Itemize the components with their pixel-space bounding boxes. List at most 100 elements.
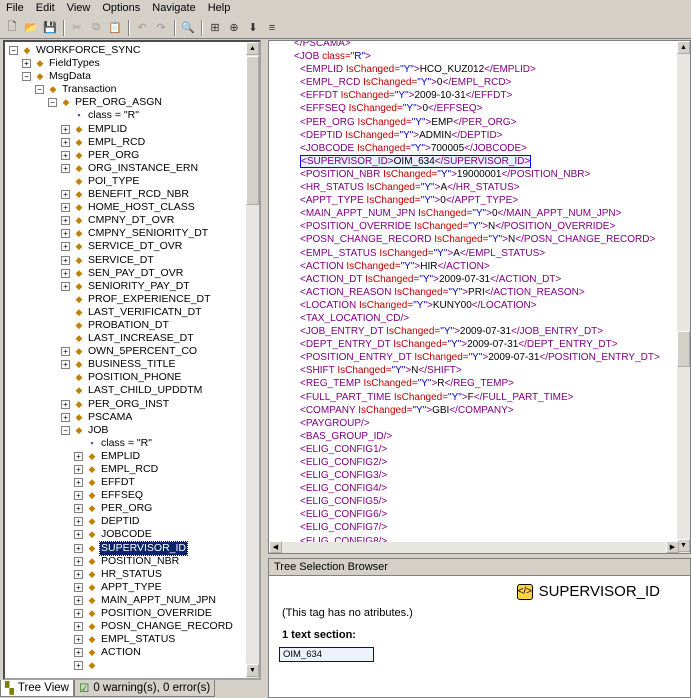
- expand-icon[interactable]: +: [61, 203, 70, 213]
- open-folder-icon[interactable]: 📂: [22, 19, 40, 37]
- tree-node[interactable]: ◆ LAST_CHILD_UPDDTM: [5, 384, 248, 397]
- redo-icon[interactable]: ↷: [152, 19, 170, 37]
- tree-node[interactable]: ◆ POSITION_PHONE: [5, 371, 248, 384]
- tree-node-label[interactable]: SERVICE_DT_OVR: [87, 240, 183, 253]
- expand-icon[interactable]: +: [22, 59, 31, 69]
- tree-node[interactable]: + ◆ EMPL_RCD: [5, 136, 248, 149]
- tree-node-label[interactable]: BENEFIT_RCD_NBR: [87, 188, 190, 201]
- tree-node[interactable]: ◆ PROBATION_DT: [5, 319, 248, 332]
- tree-node-label[interactable]: LAST_VERIFICATN_DT: [87, 306, 203, 319]
- tree-node[interactable]: + ◆ POSN_CHANGE_RECORD: [5, 620, 248, 633]
- tree-node-label[interactable]: Transaction: [61, 83, 117, 96]
- tree-node[interactable]: + ◆ ORG_INSTANCE_ERN: [5, 162, 248, 175]
- text-section-value[interactable]: OIM_634: [279, 647, 374, 662]
- xml-line[interactable]: <JOBCODE IsChanged="Y">700005</JOBCODE>: [294, 142, 679, 155]
- tree-node[interactable]: − ◆ JOB: [5, 424, 248, 437]
- expand-icon[interactable]: +: [74, 609, 83, 619]
- xml-line[interactable]: <POSITION_ENTRY_DT IsChanged="Y">2009-07…: [294, 351, 679, 364]
- expand-icon[interactable]: +: [74, 465, 83, 474]
- tree-node-label[interactable]: MAIN_APPT_NUM_JPN: [100, 594, 217, 607]
- tab-tree-view[interactable]: ▚ Tree View: [0, 680, 74, 697]
- tree-node-label[interactable]: PER_ORG_ASGN: [74, 96, 163, 109]
- xml-line[interactable]: <TAX_LOCATION_CD/>: [294, 312, 679, 325]
- scroll-left-arrow-icon[interactable]: ◀: [269, 541, 282, 553]
- tree-node-label[interactable]: POSITION_OVERRIDE: [100, 607, 213, 620]
- xml-line[interactable]: <ELIG_CONFIG6/>: [294, 508, 679, 521]
- collapse-icon[interactable]: −: [35, 85, 44, 95]
- xml-line[interactable]: <EFFDT IsChanged="Y">2009-10-31</EFFDT>: [294, 89, 679, 102]
- tree-node-label[interactable]: SUPERVISOR_ID: [99, 540, 188, 556]
- tree-node[interactable]: ◆ POI_TYPE: [5, 175, 248, 188]
- expand-icon[interactable]: +: [74, 517, 83, 527]
- sort-icon[interactable]: ≡: [263, 19, 281, 37]
- menu-item-view[interactable]: View: [61, 0, 97, 17]
- expand-icon[interactable]: +: [61, 137, 70, 147]
- tree-node[interactable]: + ◆ DEPTID: [5, 515, 248, 528]
- xml-line[interactable]: <ACTION_REASON IsChanged="Y">PRI</ACTION…: [294, 286, 679, 299]
- add-child-icon[interactable]: ⊕: [225, 19, 243, 37]
- tree-node[interactable]: ◆ PROF_EXPERIENCE_DT: [5, 293, 248, 306]
- scroll-right-arrow-icon[interactable]: ▶: [666, 541, 679, 553]
- tree-node[interactable]: + ◆ HOME_HOST_CLASS: [5, 201, 248, 214]
- tree-node[interactable]: + ◆ SEN_PAY_DT_OVR: [5, 267, 248, 280]
- tree-vertical-scrollbar[interactable]: ▲ ▼: [246, 42, 259, 678]
- tree-node[interactable]: + ◆ SERVICE_DT: [5, 254, 248, 267]
- menu-item-help[interactable]: Help: [202, 0, 237, 17]
- expand-icon[interactable]: +: [74, 504, 83, 514]
- tree-node[interactable]: + ◆ EFFSEQ: [5, 489, 248, 502]
- tree-node[interactable]: − ◆ MsgData: [5, 70, 248, 83]
- tree-node[interactable]: − ◆ PER_ORG_ASGN: [5, 96, 248, 109]
- tree-node-label[interactable]: WORKFORCE_SYNC: [35, 44, 141, 57]
- expand-icon[interactable]: +: [74, 569, 83, 579]
- xml-line[interactable]: <REG_TEMP IsChanged="Y">R</REG_TEMP>: [294, 377, 679, 390]
- tree-node-label[interactable]: ACTION: [100, 646, 142, 659]
- expand-icon[interactable]: +: [74, 543, 83, 553]
- xml-line[interactable]: <EFFSEQ IsChanged="Y">0</EFFSEQ>: [294, 102, 679, 115]
- xml-line[interactable]: <EMPL_RCD IsChanged="Y">0</EMPL_RCD>: [294, 76, 679, 89]
- tree-node-label[interactable]: DEPTID: [100, 515, 141, 528]
- expand-icon[interactable]: +: [74, 595, 83, 605]
- tree-node[interactable]: ▪ class = "R": [5, 437, 248, 450]
- tree-node[interactable]: + ◆ PER_ORG: [5, 149, 248, 162]
- tree-node-label[interactable]: EMPLID: [87, 123, 128, 136]
- tree-node-label[interactable]: PER_ORG: [87, 149, 140, 162]
- expand-icon[interactable]: +: [61, 124, 70, 134]
- collapse-icon[interactable]: −: [9, 46, 18, 55]
- tree-node[interactable]: ◆ LAST_INCREASE_DT: [5, 332, 248, 345]
- xml-line[interactable]: <EMPL_STATUS IsChanged="Y">A</EMPL_STATU…: [294, 247, 679, 260]
- xml-line[interactable]: <FULL_PART_TIME IsChanged="Y">F</FULL_PA…: [294, 391, 679, 404]
- tree-node[interactable]: + ◆ OWN_5PERCENT_CO: [5, 345, 248, 358]
- tree-node[interactable]: + ◆ BUSINESS_TITLE: [5, 358, 248, 371]
- tree-node-label[interactable]: PROF_EXPERIENCE_DT: [87, 293, 212, 306]
- expand-icon[interactable]: +: [61, 216, 70, 226]
- expand-icon[interactable]: +: [61, 268, 70, 278]
- tree-node[interactable]: + ◆ BENEFIT_RCD_NBR: [5, 188, 248, 201]
- tree-node-label[interactable]: POSN_CHANGE_RECORD: [100, 620, 234, 633]
- tree-node[interactable]: − ◆ Transaction: [5, 83, 248, 96]
- tree-node-label[interactable]: EMPL_STATUS: [100, 633, 176, 646]
- tree-node[interactable]: ◆ LAST_VERIFICATN_DT: [5, 306, 248, 319]
- xml-line[interactable]: <POSN_CHANGE_RECORD IsChanged="Y">N</POS…: [294, 233, 679, 246]
- xml-line[interactable]: <POSITION_OVERRIDE IsChanged="Y">N</POSI…: [294, 220, 679, 233]
- xml-line[interactable]: <LOCATION IsChanged="Y">KUNY00</LOCATION…: [294, 299, 679, 312]
- tree-node[interactable]: + ◆ CMPNY_SENIORITY_DT: [5, 227, 248, 240]
- collapse-icon[interactable]: −: [48, 98, 57, 108]
- tree-node[interactable]: + ◆ MAIN_APPT_NUM_JPN: [5, 594, 248, 607]
- xml-line[interactable]: <ACTION_DT IsChanged="Y">2009-07-31</ACT…: [294, 273, 679, 286]
- tree-node[interactable]: + ◆ EMPLID: [5, 123, 248, 136]
- tree-node-label[interactable]: class = "R": [87, 109, 140, 122]
- tree-node-label[interactable]: PROBATION_DT: [87, 319, 170, 332]
- tree-node[interactable]: + ◆ PER_ORG_INST: [5, 398, 248, 411]
- move-down-icon[interactable]: ⬇: [244, 19, 262, 37]
- tree-node-label[interactable]: POSITION_NBR: [100, 555, 180, 568]
- xml-line[interactable]: <SHIFT IsChanged="Y">N</SHIFT>: [294, 364, 679, 377]
- xml-line[interactable]: <JOB class="R">: [294, 50, 679, 63]
- tree-node-label[interactable]: CMPNY_SENIORITY_DT: [87, 227, 209, 240]
- xml-line[interactable]: <PAYGROUP/>: [294, 417, 679, 430]
- xml-line[interactable]: <COMPANY IsChanged="Y">GBI</COMPANY>: [294, 404, 679, 417]
- tree-node-label[interactable]: MsgData: [48, 70, 92, 83]
- tree-node-label[interactable]: EMPL_RCD: [87, 136, 146, 149]
- expand-icon[interactable]: +: [74, 635, 83, 645]
- xml-line[interactable]: <ELIG_CONFIG4/>: [294, 482, 679, 495]
- tree-node-label[interactable]: LAST_INCREASE_DT: [87, 332, 195, 345]
